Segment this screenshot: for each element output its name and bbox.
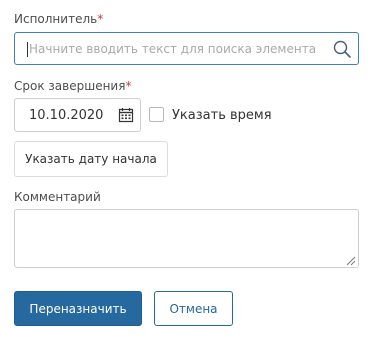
executor-label: Исполнитель* — [14, 12, 103, 26]
due-date-label: Срок завершения* — [14, 79, 131, 93]
cancel-button[interactable]: Отмена — [154, 291, 233, 326]
reassign-button[interactable]: Переназначить — [14, 291, 142, 326]
specify-time-checkbox[interactable] — [149, 107, 164, 122]
specify-time-label[interactable]: Указать время — [172, 108, 272, 123]
resize-grip-icon[interactable] — [345, 255, 356, 266]
due-date-label-text: Срок завершения — [14, 79, 126, 93]
comment-textarea[interactable] — [14, 209, 359, 268]
search-icon[interactable] — [332, 39, 352, 59]
executor-required-mark: * — [97, 12, 104, 26]
text-caret — [27, 42, 28, 57]
executor-search-input[interactable] — [29, 33, 329, 64]
specify-start-date-button[interactable]: Указать дату начала — [14, 141, 168, 177]
due-date-value[interactable]: 10.10.2020 — [29, 108, 103, 123]
due-date-required-mark: * — [125, 79, 132, 93]
due-date-field[interactable]: 10.10.2020 — [14, 98, 141, 132]
executor-search-field[interactable] — [14, 32, 359, 65]
executor-label-text: Исполнитель — [14, 12, 98, 26]
calendar-icon[interactable] — [118, 107, 134, 123]
comment-label: Комментарий — [14, 190, 101, 204]
